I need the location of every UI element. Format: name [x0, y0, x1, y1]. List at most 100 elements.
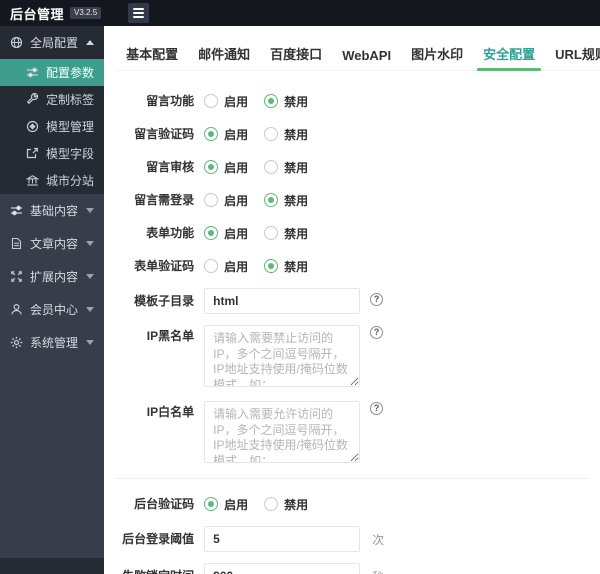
main-content: 基本配置 邮件通知 百度接口 WebAPI 图片水印 安全配置 URL规则 标题… [104, 26, 600, 574]
sidebar-item-label: 文章内容 [30, 237, 79, 251]
form-row-ip-whitelist: IP白名单 ? [116, 401, 600, 466]
tab-mail-notify[interactable]: 邮件通知 [188, 40, 260, 70]
sidebar-item-model-manage[interactable]: 模型管理 [0, 113, 104, 140]
chevron-up-icon [86, 40, 95, 45]
sidebar-item-label: 模型字段 [46, 147, 95, 161]
login-threshold-input[interactable] [204, 526, 361, 552]
sidebar-item-label: 模型管理 [46, 120, 95, 134]
gear-icon [10, 336, 23, 349]
ip-whitelist-textarea[interactable] [204, 401, 361, 463]
wrench-icon [26, 93, 39, 106]
unit-label: 次 [372, 532, 385, 547]
radio-disable[interactable]: 禁用 [264, 225, 308, 242]
tab-image-watermark[interactable]: 图片水印 [401, 40, 473, 70]
field-label: 后台验证码 [134, 497, 195, 511]
sidebar-item-basic-content[interactable]: 基础内容 [0, 194, 104, 227]
sliders-icon [26, 66, 39, 79]
sidebar-item-config-params[interactable]: 配置参数 [0, 59, 105, 86]
form-row-message-review: 留言审核 启用 禁用 [116, 156, 600, 178]
compass-icon [26, 120, 39, 133]
chevron-down-icon [86, 274, 95, 279]
chevron-down-icon [86, 241, 95, 246]
field-label: 留言功能 [146, 94, 195, 108]
radio-enable[interactable]: 启用 [204, 192, 248, 209]
radio-enable[interactable]: 启用 [204, 225, 248, 242]
radio-enable[interactable]: 启用 [204, 126, 248, 143]
field-label: 失败锁定时间 [116, 565, 194, 574]
chevron-down-icon [86, 340, 95, 345]
sidebar-item-system-manage[interactable]: 系统管理 [0, 326, 104, 359]
sidebar-item-label: 系统管理 [30, 336, 79, 350]
sidebar-item-label: 全局配置 [30, 36, 79, 50]
radio-label: 禁用 [284, 127, 309, 142]
lock-time-input[interactable] [204, 563, 361, 574]
bank-icon [26, 174, 39, 187]
help-icon[interactable]: ? [370, 293, 384, 306]
app-title: 后台管理 [10, 6, 65, 22]
sidebar-item-global-config[interactable]: 全局配置 [0, 26, 104, 59]
radio-disable[interactable]: 禁用 [264, 126, 308, 143]
tab-webapi[interactable]: WebAPI [332, 44, 401, 70]
template-dir-input[interactable] [204, 288, 361, 314]
field-label: 留言需登录 [134, 193, 195, 207]
sidebar-item-city-sites[interactable]: 城市分站 [0, 167, 104, 194]
globe-icon [10, 36, 23, 49]
form-row-form-captcha: 表单验证码 启用 禁用 [116, 255, 600, 277]
form-row-message-function: 留言功能 启用 禁用 [116, 90, 600, 112]
version-badge: V3.2.5 [70, 7, 102, 19]
unit-label: 秒 [372, 568, 384, 574]
radio-label: 启用 [224, 94, 249, 109]
tab-security-config[interactable]: 安全配置 [473, 40, 545, 71]
form-row-message-login-required: 留言需登录 启用 禁用 [116, 189, 600, 211]
radio-label: 禁用 [284, 259, 309, 274]
sidebar-item-label: 扩展内容 [30, 270, 79, 284]
external-link-icon [26, 147, 39, 160]
form-row-template-dir: 模板子目录 ? [116, 288, 600, 314]
sidebar-group-global-config: 全局配置 配置参数 定制标签 模型管理 模型字段 城市分站 [0, 26, 105, 194]
top-bar: 后台管理 V3.2.5 [0, 0, 600, 26]
field-label: 后台登录阈值 [122, 532, 195, 546]
sidebar-item-label: 配置参数 [46, 66, 95, 80]
sidebar-item-custom-tags[interactable]: 定制标签 [0, 86, 104, 113]
security-config-form: 留言功能 启用 禁用 留言验证码 启用 禁用 留言审核 启用 禁用 留言需登录 … [104, 71, 600, 574]
help-icon[interactable]: ? [370, 402, 384, 415]
field-label: 留言验证码 [134, 127, 195, 141]
chevron-down-icon [86, 307, 95, 312]
radio-disable[interactable]: 禁用 [264, 192, 308, 209]
field-label: 表单验证码 [134, 259, 195, 273]
form-row-ip-blacklist: IP黑名单 ? [116, 325, 600, 390]
form-row-admin-captcha: 后台验证码 启用 禁用 [116, 493, 600, 515]
radio-enable[interactable]: 启用 [204, 159, 248, 176]
radio-enable[interactable]: 启用 [204, 93, 248, 110]
tab-bar: 基本配置 邮件通知 百度接口 WebAPI 图片水印 安全配置 URL规则 标题… [116, 40, 600, 71]
help-icon[interactable]: ? [370, 326, 384, 339]
sidebar-item-member-center[interactable]: 会员中心 [0, 293, 104, 326]
sidebar-item-model-fields[interactable]: 模型字段 [0, 140, 104, 167]
sidebar-item-extended-content[interactable]: 扩展内容 [0, 260, 104, 293]
radio-label: 禁用 [284, 226, 309, 241]
tab-baidu-api[interactable]: 百度接口 [260, 40, 332, 70]
sidebar-item-label: 会员中心 [30, 303, 79, 317]
tab-basic-config[interactable]: 基本配置 [116, 40, 188, 70]
radio-disable[interactable]: 禁用 [264, 258, 308, 275]
sidebar-item-label: 基础内容 [30, 204, 79, 218]
radio-disable[interactable]: 禁用 [264, 496, 308, 513]
document-icon [10, 237, 23, 250]
radio-label: 启用 [224, 193, 249, 208]
field-label: 表单功能 [146, 226, 195, 240]
brand: 后台管理 V3.2.5 [0, 4, 102, 23]
radio-enable[interactable]: 启用 [204, 258, 248, 275]
sidebar-item-article-content[interactable]: 文章内容 [0, 227, 104, 260]
hamburger-menu-icon[interactable] [128, 3, 149, 23]
radio-disable[interactable]: 禁用 [264, 93, 308, 110]
form-row-form-function: 表单功能 启用 禁用 [116, 222, 600, 244]
sidebar: 全局配置 配置参数 定制标签 模型管理 模型字段 城市分站 基础内容 文章内容 … [0, 26, 105, 574]
expand-icon [10, 270, 23, 283]
radio-disable[interactable]: 禁用 [264, 159, 308, 176]
tab-url-rules[interactable]: URL规则 [545, 40, 600, 70]
field-label: 模板子目录 [134, 294, 195, 308]
ip-blacklist-textarea[interactable] [204, 325, 361, 387]
radio-label: 启用 [224, 259, 249, 274]
list-icon [10, 204, 23, 217]
radio-enable[interactable]: 启用 [204, 496, 248, 513]
